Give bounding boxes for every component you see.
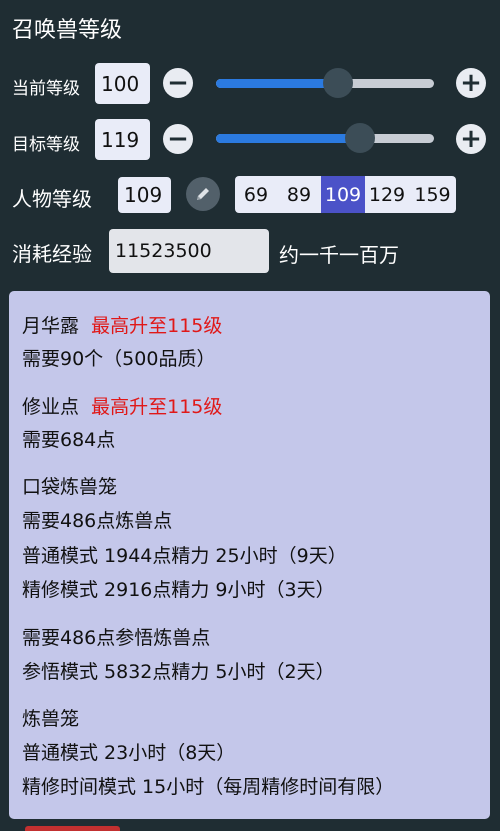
character-level-option-159[interactable]: 159 <box>409 176 456 213</box>
character-level-option-109[interactable]: 109 <box>321 176 365 213</box>
pocket-cage-title: 口袋炼兽笼 <box>22 476 118 498</box>
current-level-input[interactable]: 100 <box>95 63 150 104</box>
current-slider-fill <box>216 79 339 88</box>
exp-label: 消耗经验 <box>12 242 92 266</box>
cage-normal: 普通模式 23小时（8天） <box>22 742 236 764</box>
target-slider-fill <box>216 134 360 143</box>
pocket-cage-refine: 精修模式 2916点精力 9小时（3天） <box>22 579 335 601</box>
plus-icon: + <box>460 124 482 154</box>
minus-icon: − <box>167 68 189 98</box>
character-level-label: 人物等级 <box>12 187 92 211</box>
yuehualu-name: 月华露 <box>22 315 80 337</box>
target-level-label: 目标等级 <box>12 135 80 155</box>
cage-title: 炼兽笼 <box>22 708 80 730</box>
character-level-input[interactable]: 109 <box>118 177 171 213</box>
xiuye-name: 修业点 <box>22 396 80 418</box>
yuehualu-line: 月华露 最高升至115级 <box>22 311 222 338</box>
current-level-label: 当前等级 <box>12 79 80 99</box>
character-level-selector[interactable]: 69 89 109 129 159 <box>235 176 456 213</box>
target-slider-thumb[interactable] <box>344 123 375 153</box>
pocket-cage-insight: 参悟模式 5832点精力 5小时（2天） <box>22 661 335 683</box>
current-level-slider[interactable] <box>216 68 434 98</box>
minus-icon: − <box>167 124 189 154</box>
xiuye-warning: 最高升至115级 <box>91 396 223 418</box>
character-level-option-129[interactable]: 129 <box>365 176 409 213</box>
page-title: 召唤兽等级 <box>12 18 123 43</box>
result-panel: 月华露 最高升至115级 需要90个（500品质） 修业点 最高升至115级 需… <box>9 291 490 819</box>
pocket-cage-need-insight: 需要486点参悟炼兽点 <box>22 627 211 649</box>
bottom-indicator <box>25 826 120 831</box>
yuehualu-warning: 最高升至115级 <box>91 315 223 337</box>
xiuye-need: 需要684点 <box>22 429 116 451</box>
pencil-icon <box>197 188 209 200</box>
character-level-option-69[interactable]: 69 <box>235 176 277 213</box>
target-level-input[interactable]: 119 <box>95 119 150 160</box>
target-minus-button[interactable]: − <box>163 124 193 154</box>
current-slider-thumb[interactable] <box>323 68 354 98</box>
exp-approx: 约一千一百万 <box>279 243 399 267</box>
current-minus-button[interactable]: − <box>163 68 193 98</box>
yuehualu-need: 需要90个（500品质） <box>22 348 216 370</box>
character-level-option-89[interactable]: 89 <box>277 176 321 213</box>
pocket-cage-normal: 普通模式 1944点精力 25小时（9天） <box>22 545 347 567</box>
xiuye-line: 修业点 最高升至115级 <box>22 392 222 419</box>
current-plus-button[interactable]: + <box>456 68 486 98</box>
target-level-slider[interactable] <box>216 123 434 153</box>
cage-refine: 精修时间模式 15小时（每周精修时间有限） <box>22 776 395 798</box>
target-plus-button[interactable]: + <box>456 124 486 154</box>
plus-icon: + <box>460 68 482 98</box>
pocket-cage-need: 需要486点炼兽点 <box>22 510 173 532</box>
edit-button[interactable] <box>186 177 220 211</box>
exp-value-field: 11523500 <box>109 229 269 273</box>
